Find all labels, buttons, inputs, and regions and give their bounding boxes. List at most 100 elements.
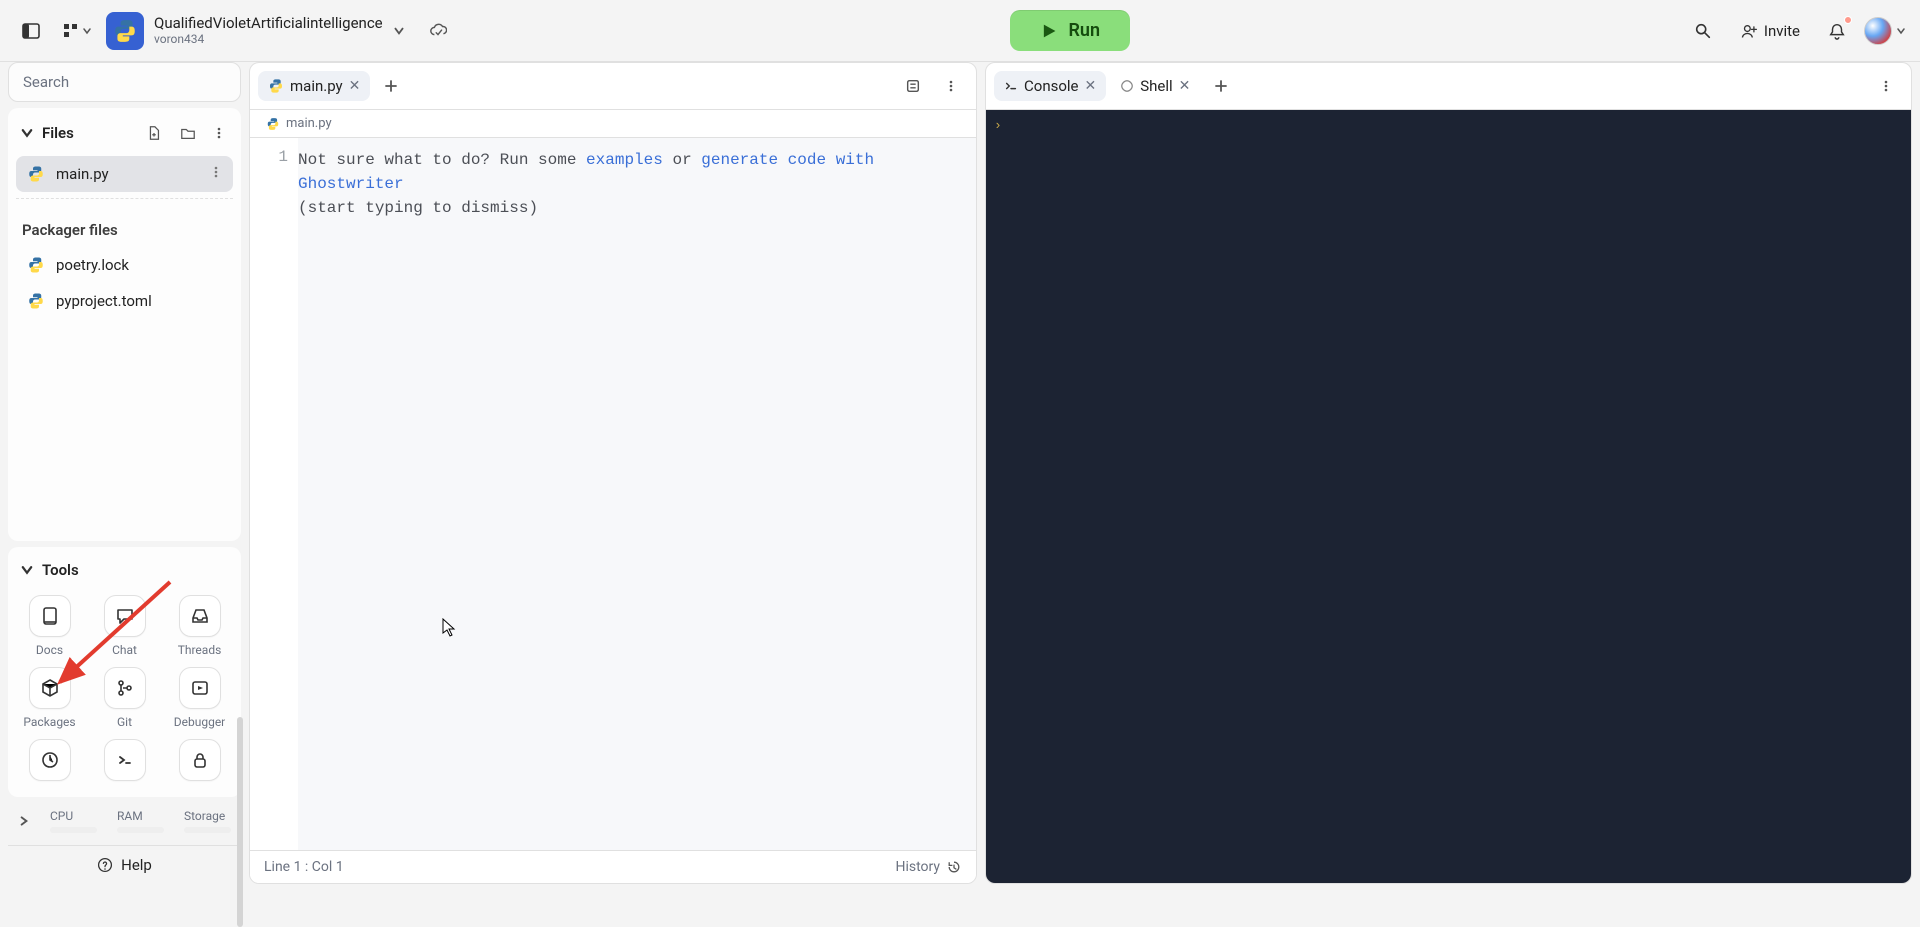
notifications-button[interactable] xyxy=(1820,14,1854,48)
kebab-icon xyxy=(212,126,226,140)
folder-plus-icon xyxy=(180,125,196,141)
placeholder-text: (start typing to dismiss) xyxy=(298,199,538,217)
file-row-pyproject-toml[interactable]: pyproject.toml xyxy=(16,283,233,319)
tools-scrollbar[interactable] xyxy=(237,717,243,927)
tools-section-header[interactable]: Tools xyxy=(16,557,233,589)
placeholder-link-examples[interactable]: examples xyxy=(586,151,663,169)
outline-button[interactable] xyxy=(896,69,930,103)
tool-debugger[interactable]: Debugger xyxy=(170,667,229,729)
editor-status-bar: Line 1 : Col 1 History xyxy=(250,850,976,883)
layout-menu-button[interactable] xyxy=(58,14,96,48)
tab-close-button[interactable]: ✕ xyxy=(349,78,361,94)
file-row-main-py[interactable]: main.py xyxy=(16,156,233,192)
tab-label: Console xyxy=(1024,77,1079,95)
tab-label: Shell xyxy=(1140,77,1172,95)
resource-ram: RAM xyxy=(117,809,164,833)
console-prompt: › xyxy=(994,118,1002,133)
invite-button[interactable]: Invite xyxy=(1730,16,1810,46)
breadcrumb-text: main.py xyxy=(286,116,332,131)
history-label: History xyxy=(895,859,940,875)
lock-icon xyxy=(190,750,210,770)
history-icon xyxy=(946,859,962,875)
package-icon xyxy=(40,678,60,698)
cursor-position: Line 1 : Col 1 xyxy=(264,859,344,875)
file-name: main.py xyxy=(56,165,109,183)
sidebar-toggle-button[interactable] xyxy=(14,14,48,48)
file-name: pyproject.toml xyxy=(56,292,152,310)
files-more-button[interactable] xyxy=(209,120,229,146)
bell-icon xyxy=(1828,22,1846,40)
tool-label: Packages xyxy=(23,715,75,729)
python-file-icon xyxy=(26,291,46,311)
tool-label: Git xyxy=(117,715,132,729)
workspace: Search Files main.py xyxy=(0,62,1920,892)
new-tab-button[interactable] xyxy=(1204,69,1238,103)
search-icon xyxy=(1694,22,1712,40)
new-file-button[interactable] xyxy=(141,120,167,146)
tab-console[interactable]: Console ✕ xyxy=(994,71,1106,101)
tool-packages[interactable]: Packages xyxy=(20,667,79,729)
file-row-poetry-lock[interactable]: poetry.lock xyxy=(16,247,233,283)
python-file-icon xyxy=(26,164,46,184)
sidebar: Search Files main.py xyxy=(8,62,241,884)
run-button[interactable]: Run xyxy=(1010,10,1130,51)
tool-label: Docs xyxy=(36,643,63,657)
tools-label: Tools xyxy=(42,561,79,579)
help-icon xyxy=(97,857,113,873)
breadcrumb: main.py xyxy=(250,110,976,138)
debugger-icon xyxy=(190,678,210,698)
editor-tabbar: main.py ✕ xyxy=(250,63,976,110)
chevron-down-icon xyxy=(82,26,92,36)
help-label: Help xyxy=(121,856,152,874)
tab-main-py[interactable]: main.py ✕ xyxy=(258,71,370,101)
file-name: poetry.lock xyxy=(56,256,129,274)
console-more-button[interactable] xyxy=(1869,69,1903,103)
code-area[interactable]: Not sure what to do? Run some examples o… xyxy=(298,138,976,850)
placeholder-text: Not sure what to do? Run some xyxy=(298,151,586,169)
new-tab-button[interactable] xyxy=(374,69,408,103)
resource-bar: CPU RAM Storage xyxy=(8,803,241,839)
cloud-check-icon xyxy=(429,22,447,40)
sync-status-button[interactable] xyxy=(421,14,455,48)
chevron-down-icon[interactable] xyxy=(393,25,405,37)
project-title: QualifiedVioletArtificialintelligence xyxy=(154,14,383,32)
help-button[interactable]: Help xyxy=(8,845,241,884)
search-button[interactable] xyxy=(1686,14,1720,48)
files-label: Files xyxy=(42,124,74,142)
shell-icon xyxy=(1120,79,1134,93)
tool-lock[interactable] xyxy=(170,739,229,781)
tool-docs[interactable]: Docs xyxy=(20,595,79,657)
run-button-label: Run xyxy=(1068,20,1100,41)
tool-threads[interactable]: Threads xyxy=(170,595,229,657)
editor-more-button[interactable] xyxy=(934,69,968,103)
tab-close-button[interactable]: ✕ xyxy=(1179,78,1191,94)
file-plus-icon xyxy=(146,125,162,141)
person-add-icon xyxy=(1740,22,1758,40)
history-button[interactable]: History xyxy=(895,859,962,875)
console-output[interactable]: › xyxy=(986,110,1911,883)
project-info[interactable]: QualifiedVioletArtificialintelligence vo… xyxy=(154,14,383,46)
user-menu-button[interactable] xyxy=(1864,17,1906,45)
top-bar: QualifiedVioletArtificialintelligence vo… xyxy=(0,0,1920,62)
search-input[interactable]: Search xyxy=(8,62,241,102)
tool-label: Chat xyxy=(112,643,137,657)
tool-shell[interactable] xyxy=(20,739,79,781)
kebab-icon xyxy=(209,165,223,179)
project-lang-icon xyxy=(106,12,144,50)
tab-shell[interactable]: Shell ✕ xyxy=(1110,71,1200,101)
tool-chat[interactable]: Chat xyxy=(95,595,154,657)
new-folder-button[interactable] xyxy=(175,120,201,146)
python-file-icon xyxy=(266,117,280,131)
resource-cpu: CPU xyxy=(50,809,97,833)
inbox-icon xyxy=(190,606,210,626)
file-row-menu-button[interactable] xyxy=(209,165,223,183)
editor-body[interactable]: 1 Not sure what to do? Run some examples… xyxy=(250,138,976,850)
chevron-down-icon xyxy=(20,126,34,140)
gutter: 1 xyxy=(250,138,298,850)
editor-pane: main.py ✕ main.py 1 Not sure what to do xyxy=(249,62,977,884)
tool-terminal[interactable] xyxy=(95,739,154,781)
files-section-header[interactable]: Files xyxy=(16,116,233,156)
chevron-right-icon[interactable] xyxy=(18,815,30,827)
tool-git[interactable]: Git xyxy=(95,667,154,729)
tab-close-button[interactable]: ✕ xyxy=(1085,78,1097,94)
